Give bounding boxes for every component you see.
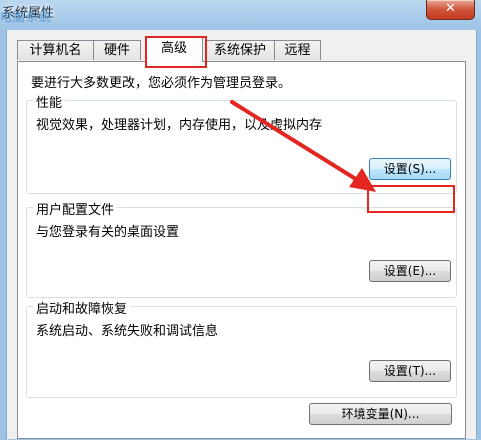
environment-variables-button[interactable]: 环境变量(N)... — [309, 403, 452, 425]
tab-label: 计算机名 — [29, 43, 82, 58]
performance-description: 视觉效果，处理器计划，内存使用，以及虚拟内存 — [36, 118, 323, 133]
close-button[interactable]: ✕ — [426, 0, 475, 20]
startup-recovery-description: 系统启动、系统失败和调试信息 — [36, 324, 219, 339]
tab-highlight-box — [145, 36, 207, 68]
tab-label: 系统保护 — [213, 43, 266, 58]
tab-hardware[interactable]: 硬件 — [93, 40, 141, 60]
window-client: 计算机名 硬件 高级 系统保护 远程 要进行大多数更改，您必须作为管理员登录。 … — [6, 30, 477, 439]
watermark-text: 电脑系统 — [0, 10, 53, 24]
tab-label: 硬件 — [103, 43, 130, 58]
tab-computer-name[interactable]: 计算机名 — [17, 40, 94, 60]
tab-remote[interactable]: 远程 — [274, 40, 321, 60]
tab-label: 远程 — [284, 43, 311, 58]
user-profiles-settings-button[interactable]: 设置(E)... — [369, 260, 451, 282]
user-profiles-description: 与您登录有关的桌面设置 — [36, 225, 180, 240]
group-legend-startup-recovery: 启动和故障恢复 — [33, 298, 131, 317]
group-user-profiles: 用户配置文件 与您登录有关的桌面设置 设置(E)... — [26, 199, 457, 298]
close-icon: ✕ — [445, 1, 456, 16]
group-startup-recovery: 启动和故障恢复 系统启动、系统失败和调试信息 设置(T)... — [26, 298, 457, 398]
tab-panel-advanced: 要进行大多数更改，您必须作为管理员登录。 性能 视觉效果，处理器计划，内存使用，… — [17, 61, 466, 439]
startup-recovery-settings-button[interactable]: 设置(T)... — [369, 360, 451, 382]
title-bar[interactable]: 系统属性 电脑系统 ✕ — [0, 0, 481, 30]
tab-system-protection[interactable]: 系统保护 — [205, 40, 275, 60]
group-performance: 性能 视觉效果，处理器计划，内存使用，以及虚拟内存 设置(S)... — [26, 92, 457, 194]
admin-notice: 要进行大多数更改，您必须作为管理员登录。 — [31, 76, 292, 91]
button-highlight-box — [367, 185, 455, 213]
performance-settings-button[interactable]: 设置(S)... — [369, 158, 451, 180]
group-legend-user-profiles: 用户配置文件 — [33, 199, 118, 218]
group-legend-performance: 性能 — [33, 92, 66, 111]
